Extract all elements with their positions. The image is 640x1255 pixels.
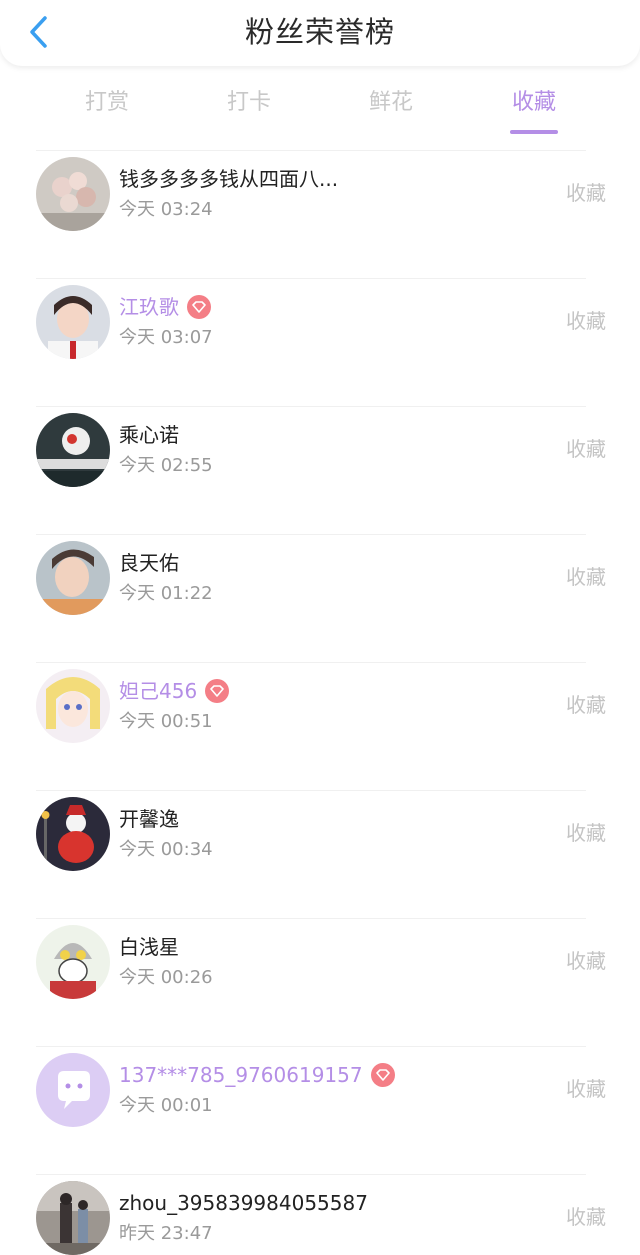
avatar[interactable] — [36, 541, 110, 615]
list-item[interactable]: 良天佑 今天 01:22 收藏 — [36, 534, 606, 662]
timestamp: 今天 00:01 — [119, 1095, 213, 1116]
header-bar: 粉丝荣誉榜 — [0, 0, 640, 66]
avatar[interactable] — [36, 413, 110, 487]
list-item[interactable]: 137***785_9760619157 今天 00:01 收藏 — [36, 1046, 606, 1174]
tab-favorites[interactable]: 收藏 — [489, 86, 579, 134]
favorite-action[interactable]: 收藏 — [566, 1203, 606, 1231]
favorite-action[interactable]: 收藏 — [566, 691, 606, 719]
timestamp: 今天 03:07 — [119, 327, 213, 348]
user-name: 开馨逸 — [119, 807, 179, 831]
list-item[interactable]: 乘心诺 今天 02:55 收藏 — [36, 406, 606, 534]
list-item[interactable]: 江玖歌 今天 03:07 收藏 — [36, 278, 606, 406]
favorite-action[interactable]: 收藏 — [566, 1075, 606, 1103]
avatar[interactable] — [36, 925, 110, 999]
user-name: 良天佑 — [119, 551, 179, 575]
user-name: 钱多多多多钱从四面八... — [119, 167, 339, 191]
avatar[interactable] — [36, 285, 110, 359]
tab-checkin[interactable]: 打卡 — [204, 86, 294, 120]
favorite-action[interactable]: 收藏 — [566, 307, 606, 335]
diamond-icon — [370, 1063, 395, 1087]
tab-tip[interactable]: 打赏 — [62, 86, 152, 120]
timestamp: 今天 03:24 — [119, 199, 213, 220]
tab-bar: 打赏 打卡 鲜花 收藏 — [0, 80, 640, 136]
user-name: 乘心诺 — [119, 423, 179, 447]
avatar[interactable] — [36, 669, 110, 743]
favorite-action[interactable]: 收藏 — [566, 179, 606, 207]
avatar[interactable] — [36, 157, 110, 231]
favorite-action[interactable]: 收藏 — [566, 563, 606, 591]
favorite-action[interactable]: 收藏 — [566, 819, 606, 847]
tab-favorites-label: 收藏 — [511, 90, 556, 115]
tab-flowers[interactable]: 鲜花 — [346, 86, 436, 120]
user-name: 白浅星 — [119, 935, 179, 959]
user-name: 137***785_9760619157 — [119, 1063, 363, 1087]
page-title: 粉丝荣誉榜 — [244, 15, 395, 49]
user-name: 江玖歌 — [119, 295, 179, 319]
list-item[interactable]: 钱多多多多钱从四面八... 今天 03:24 收藏 — [36, 150, 606, 278]
diamond-icon — [205, 679, 230, 703]
avatar[interactable] — [36, 1181, 110, 1255]
timestamp: 今天 00:34 — [119, 839, 213, 860]
timestamp: 昨天 23:47 — [119, 1223, 213, 1244]
favorite-action[interactable]: 收藏 — [566, 947, 606, 975]
avatar[interactable] — [36, 1053, 110, 1127]
favorite-action[interactable]: 收藏 — [566, 435, 606, 463]
diamond-icon — [187, 295, 211, 319]
timestamp: 今天 01:22 — [119, 583, 213, 604]
list-item[interactable]: zhou_395839984055587 昨天 23:47 收藏 — [36, 1174, 606, 1255]
list-item[interactable]: 妲己456 今天 00:51 收藏 — [36, 662, 606, 790]
active-tab-indicator — [510, 130, 558, 134]
timestamp: 今天 00:51 — [119, 711, 213, 732]
user-name: 妲己456 — [119, 679, 198, 703]
avatar[interactable] — [36, 797, 110, 871]
user-name: zhou_395839984055587 — [119, 1191, 368, 1215]
timestamp: 今天 02:55 — [119, 455, 213, 476]
list-item[interactable]: 开馨逸 今天 00:34 收藏 — [36, 790, 606, 918]
fan-list: 钱多多多多钱从四面八... 今天 03:24 收藏 江玖歌 今天 03:07 收… — [0, 150, 640, 1255]
list-item[interactable]: 白浅星 今天 00:26 收藏 — [36, 918, 606, 1046]
timestamp: 今天 00:26 — [119, 967, 213, 988]
